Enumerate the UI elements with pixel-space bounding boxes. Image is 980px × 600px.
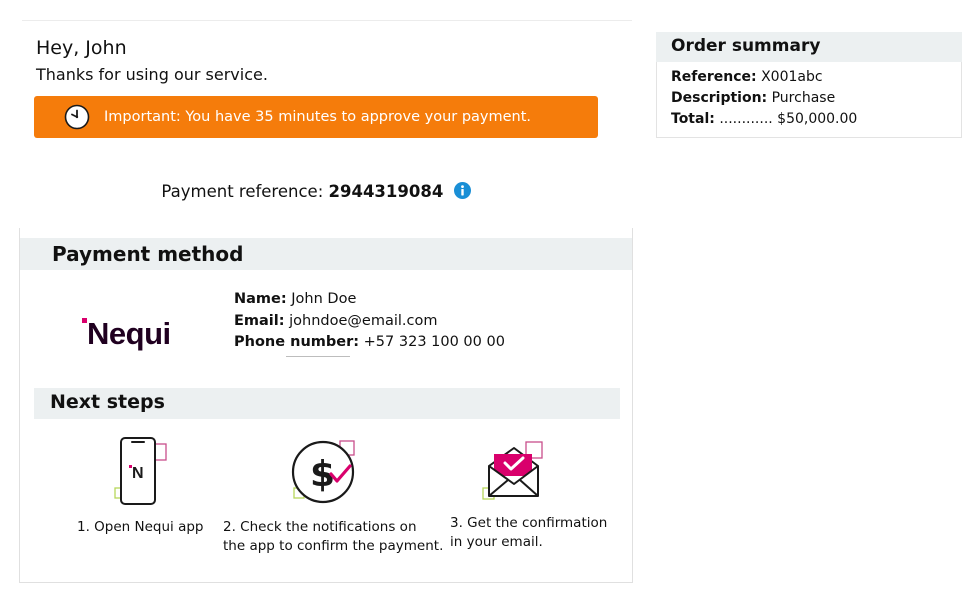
payer-email-row: Email: johndoe@email.com (234, 311, 505, 333)
payment-reference: Payment reference: 2944319084 (0, 182, 632, 201)
greeting: Hey, John (36, 37, 127, 59)
order-description-label: Description: (671, 90, 768, 106)
step-3-line-1: 3. Get the confirmation (450, 515, 608, 531)
order-reference-value: X001abc (761, 69, 823, 85)
nequi-logo-text: Nequi (87, 316, 171, 351)
dollar-check-icon: $ (291, 440, 355, 504)
payer-name-value: John Doe (291, 291, 357, 307)
order-description-row: Description: Purchase (671, 88, 857, 109)
alert-text: Important: You have 35 minutes to approv… (104, 109, 532, 125)
order-total-value: ............ $50,000.00 (719, 111, 858, 127)
step-2: 2. Check the notifications on the app to… (223, 518, 443, 556)
phone-app-icon: N (114, 437, 167, 505)
step-2-line-2: the app to confirm the payment. (223, 538, 444, 554)
clock-icon (64, 104, 90, 130)
step-1: 1. Open Nequi app (77, 518, 204, 537)
step-2-line-1: 2. Check the notifications on (223, 519, 417, 535)
svg-text:N: N (132, 465, 144, 482)
order-total-row: Total: ............ $50,000.00 (671, 109, 857, 130)
top-divider (22, 20, 632, 21)
payment-reference-value: 2944319084 (328, 182, 444, 201)
payer-phone-row: Phone number: +57 323 100 00 00 (234, 332, 505, 354)
nequi-logo: Nequi (82, 316, 171, 351)
payer-email-value: johndoe@email.com (289, 312, 438, 329)
payer-phone-label: Phone number: (234, 334, 360, 350)
envelope-check-icon (482, 441, 543, 500)
payment-reference-label: Payment reference: (161, 182, 324, 201)
order-reference-label: Reference: (671, 69, 757, 85)
next-steps-title: Next steps (34, 388, 620, 419)
payment-deadline-alert: Important: You have 35 minutes to approv… (34, 96, 598, 138)
step-1-line-1: 1. Open Nequi app (77, 519, 204, 535)
step-3: 3. Get the confirmation in your email. (450, 514, 607, 552)
payer-name-row: Name: John Doe (234, 289, 505, 311)
order-summary-title: Order summary (656, 32, 962, 62)
details-divider (286, 356, 350, 357)
order-description-value: Purchase (771, 90, 836, 106)
payer-phone-value: +57 323 100 00 00 (363, 334, 505, 350)
order-reference-row: Reference: X001abc (671, 67, 857, 88)
payment-method-title: Payment method (20, 238, 632, 270)
payer-email-label: Email: (234, 312, 285, 329)
thanks-message: Thanks for using our service. (36, 65, 268, 84)
step-3-line-2: in your email. (450, 534, 543, 550)
order-summary-details: Reference: X001abc Description: Purchase… (671, 67, 857, 130)
info-icon[interactable] (453, 182, 471, 199)
payer-details: Name: John Doe Email: johndoe@email.com … (234, 289, 505, 354)
order-total-label: Total: (671, 111, 715, 127)
payer-name-label: Name: (234, 291, 287, 307)
